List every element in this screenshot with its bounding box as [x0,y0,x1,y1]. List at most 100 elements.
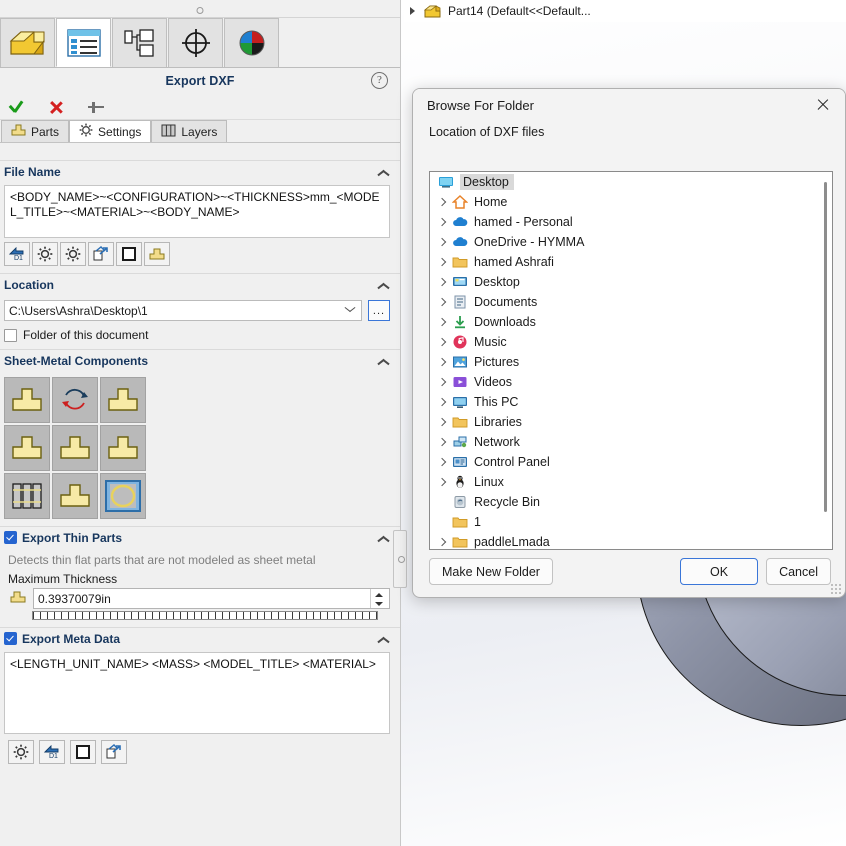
folder-tree-item-onedrive-hymma[interactable]: OneDrive - HYMMA [430,232,832,252]
property-manager-tab[interactable] [56,18,111,67]
chevron-right-icon[interactable] [434,274,450,290]
chevron-up-icon[interactable] [378,635,390,643]
folder-tree-item-this-pc[interactable]: This PC [430,392,832,412]
export-arrows-icon[interactable] [88,242,114,266]
triangle-right-icon[interactable] [408,6,418,16]
section-header-sheet-metal[interactable]: Sheet-Metal Components [0,349,400,371]
chevron-up-icon[interactable] [378,168,390,176]
chevron-right-icon[interactable] [434,414,450,430]
chevron-right-icon[interactable] [434,194,450,210]
export-arrows-icon[interactable] [101,740,127,764]
folder-of-this-document-row[interactable]: Folder of this document [4,328,390,342]
chevron-right-icon[interactable] [434,374,450,390]
folder-tree-item-paddlelmada[interactable]: paddleLmada [430,532,832,549]
folder-tree-item-documents[interactable]: Documents [430,292,832,312]
export-thin-parts-checkbox[interactable] [4,531,17,544]
gear-icon[interactable] [32,242,58,266]
maximum-thickness-stepper[interactable] [370,589,385,608]
maximum-thickness-input[interactable]: 0.39370079in [33,588,390,609]
folder-tree[interactable]: Desktop Home hamed - Personal OneDrive - HY… [429,171,833,550]
feature-tree-root[interactable]: Part14 (Default<<Default... [404,0,846,22]
chevron-right-icon[interactable] [434,334,450,350]
tab-layers[interactable]: Layers [151,120,228,142]
d1-arrow-icon[interactable]: D1 [39,740,65,764]
cancel-button[interactable]: Cancel [766,558,831,585]
folder-tree-item-desktop[interactable]: Desktop [430,172,832,192]
configuration-manager-tab[interactable] [112,18,167,67]
section-header-location[interactable]: Location [0,273,400,295]
folder-tree-scrollbar[interactable] [821,176,830,547]
accept-button[interactable] [6,97,26,117]
flat-pattern-option-9[interactable] [100,473,146,519]
folder-tree-item-home[interactable]: Home [430,192,832,212]
sheet-metal-part-icon[interactable] [144,242,170,266]
flat-pattern-option-3[interactable] [100,377,146,423]
folder-tree-item-1[interactable]: 1 [430,512,832,532]
folder-tree-item-music[interactable]: Music [430,332,832,352]
folder-tree-item-pictures[interactable]: Pictures [430,352,832,372]
chevron-right-icon[interactable] [434,314,450,330]
folder-tree-item-linux[interactable]: Linux [430,472,832,492]
make-new-folder-button[interactable]: Make New Folder [429,558,553,585]
panel-drag-handle[interactable] [0,0,400,18]
display-manager-tab[interactable] [224,18,279,67]
question-mark-icon[interactable]: ? [371,72,388,89]
flat-pattern-option-8[interactable] [52,473,98,519]
file-name-input[interactable]: <BODY_NAME>~<CONFIGURATION>~<THICKNESS>m… [4,185,390,238]
chevron-right-icon[interactable] [434,534,450,549]
part-features-tab[interactable] [0,18,55,67]
chevron-up-icon[interactable] [378,357,390,365]
thickness-ruler-slider[interactable] [32,611,378,620]
stepper-down-icon[interactable] [371,599,385,609]
flat-pattern-option-1[interactable] [4,377,50,423]
flat-pattern-option-2[interactable] [52,377,98,423]
folder-tree-item-videos[interactable]: Videos [430,372,832,392]
export-meta-data-checkbox[interactable] [4,632,17,645]
chevron-right-icon[interactable] [434,474,450,490]
meta-data-input[interactable]: <LENGTH_UNIT_NAME> <MASS> <MODEL_TITLE> … [4,652,390,734]
chevron-down-icon[interactable] [345,308,355,314]
chevron-up-icon[interactable] [378,534,390,542]
folder-tree-item-downloads[interactable]: Downloads [430,312,832,332]
dialog-title-bar[interactable]: Browse For Folder [413,89,845,121]
resize-grip-icon[interactable] [831,584,841,594]
tab-parts[interactable]: Parts [1,120,70,142]
chevron-right-icon[interactable] [434,214,450,230]
gear-icon[interactable] [8,740,34,764]
chevron-right-icon[interactable] [434,234,450,250]
stepper-up-icon[interactable] [371,589,385,599]
browse-folder-button[interactable]: ... [368,300,390,321]
flat-pattern-option-6[interactable] [100,425,146,471]
flat-pattern-option-7[interactable] [4,473,50,519]
chevron-right-icon[interactable] [434,434,450,450]
cancel-button[interactable] [46,97,66,117]
gear-icon[interactable] [60,242,86,266]
close-icon[interactable] [801,89,845,121]
location-combobox[interactable]: C:\Users\Ashra\Desktop\1 [4,300,362,321]
folder-tree-item-recycle-bin[interactable]: Recycle Bin [430,492,832,512]
d1-arrow-icon[interactable]: D1 [4,242,30,266]
section-header-export-meta-data[interactable]: Export Meta Data [0,627,400,649]
folder-tree-item-network[interactable]: Network [430,432,832,452]
folder-tree-item-desktop[interactable]: Desktop [430,272,832,292]
chevron-right-icon[interactable] [434,294,450,310]
settings-scroll-body[interactable]: File Name <BODY_NAME>~<CONFIGURATION>~<T… [0,160,400,846]
ok-button[interactable]: OK [680,558,759,585]
folder-tree-item-hamed-ashrafi[interactable]: hamed Ashrafi [430,252,832,272]
flat-pattern-option-4[interactable] [4,425,50,471]
folder-of-this-document-checkbox[interactable] [4,328,17,342]
square-outline-icon[interactable] [116,242,142,266]
section-header-export-thin-parts[interactable]: Export Thin Parts [0,526,400,548]
folder-tree-item-libraries[interactable]: Libraries [430,412,832,432]
chevron-right-icon[interactable] [434,454,450,470]
dimxpert-manager-tab[interactable] [168,18,223,67]
chevron-right-icon[interactable] [434,394,450,410]
chevron-up-icon[interactable] [378,281,390,289]
scrollbar-thumb[interactable] [824,182,827,512]
tab-settings[interactable]: Settings [69,120,152,142]
section-header-file-name[interactable]: File Name [0,160,400,182]
pushpin-icon[interactable] [86,97,106,117]
panel-splitter-handle[interactable] [393,530,407,588]
flat-pattern-option-5[interactable] [52,425,98,471]
folder-tree-item-control-panel[interactable]: Control Panel [430,452,832,472]
